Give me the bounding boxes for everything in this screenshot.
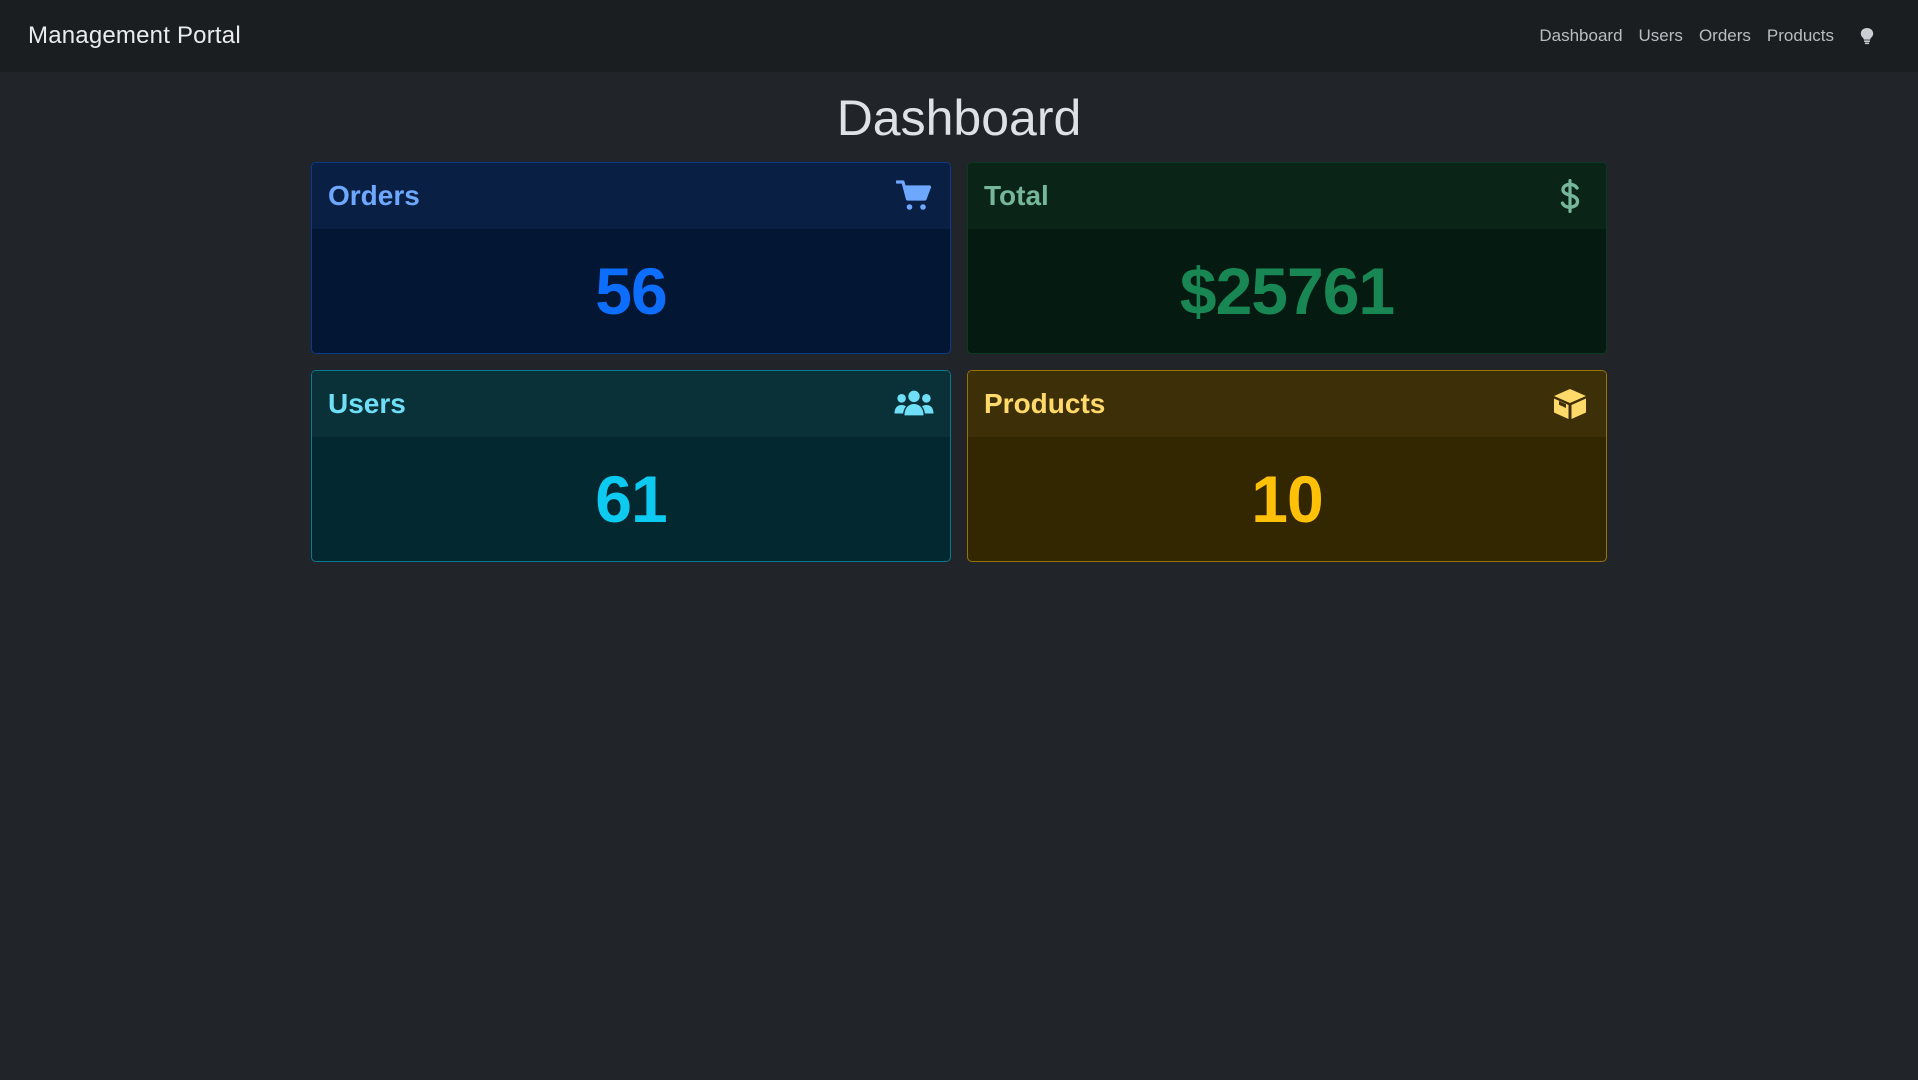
total-card-title: Total — [984, 180, 1049, 211]
users-card-header: Users — [312, 371, 950, 437]
navbar: Management Portal Dashboard Users Orders… — [0, 0, 1918, 72]
nav-link-orders[interactable]: Orders — [1691, 26, 1759, 46]
orders-card-body: 56 — [312, 229, 950, 353]
stats-grid: Orders 56 Total $25761 Users 61 Products… — [311, 162, 1607, 562]
nav-link-users[interactable]: Users — [1631, 26, 1691, 46]
orders-card-title: Orders — [328, 180, 420, 211]
nav-link-products[interactable]: Products — [1759, 26, 1842, 46]
dollar-icon — [1550, 176, 1590, 216]
total-card-body: $25761 — [968, 229, 1606, 353]
products-count: 10 — [1251, 462, 1323, 536]
total-amount: $25761 — [1179, 254, 1395, 328]
users-icon — [894, 384, 934, 424]
total-card: Total $25761 — [967, 162, 1607, 354]
box-icon — [1550, 384, 1590, 424]
lightbulb-icon — [1860, 28, 1874, 45]
page-title: Dashboard — [836, 90, 1082, 146]
theme-toggle-button[interactable] — [1854, 23, 1880, 49]
users-card: Users 61 — [311, 370, 951, 562]
users-card-title: Users — [328, 388, 406, 419]
brand-link[interactable]: Management Portal — [28, 22, 241, 50]
products-card-header: Products — [968, 371, 1606, 437]
products-card: Products 10 — [967, 370, 1607, 562]
total-card-header: Total — [968, 163, 1606, 229]
users-card-body: 61 — [312, 437, 950, 561]
orders-count: 56 — [595, 254, 667, 328]
nav-link-dashboard[interactable]: Dashboard — [1531, 26, 1630, 46]
orders-card-header: Orders — [312, 163, 950, 229]
nav-links: Dashboard Users Orders Products — [1531, 23, 1880, 49]
users-count: 61 — [595, 462, 667, 536]
products-card-body: 10 — [968, 437, 1606, 561]
cart-icon — [894, 176, 934, 216]
orders-card: Orders 56 — [311, 162, 951, 354]
products-card-title: Products — [984, 388, 1106, 419]
